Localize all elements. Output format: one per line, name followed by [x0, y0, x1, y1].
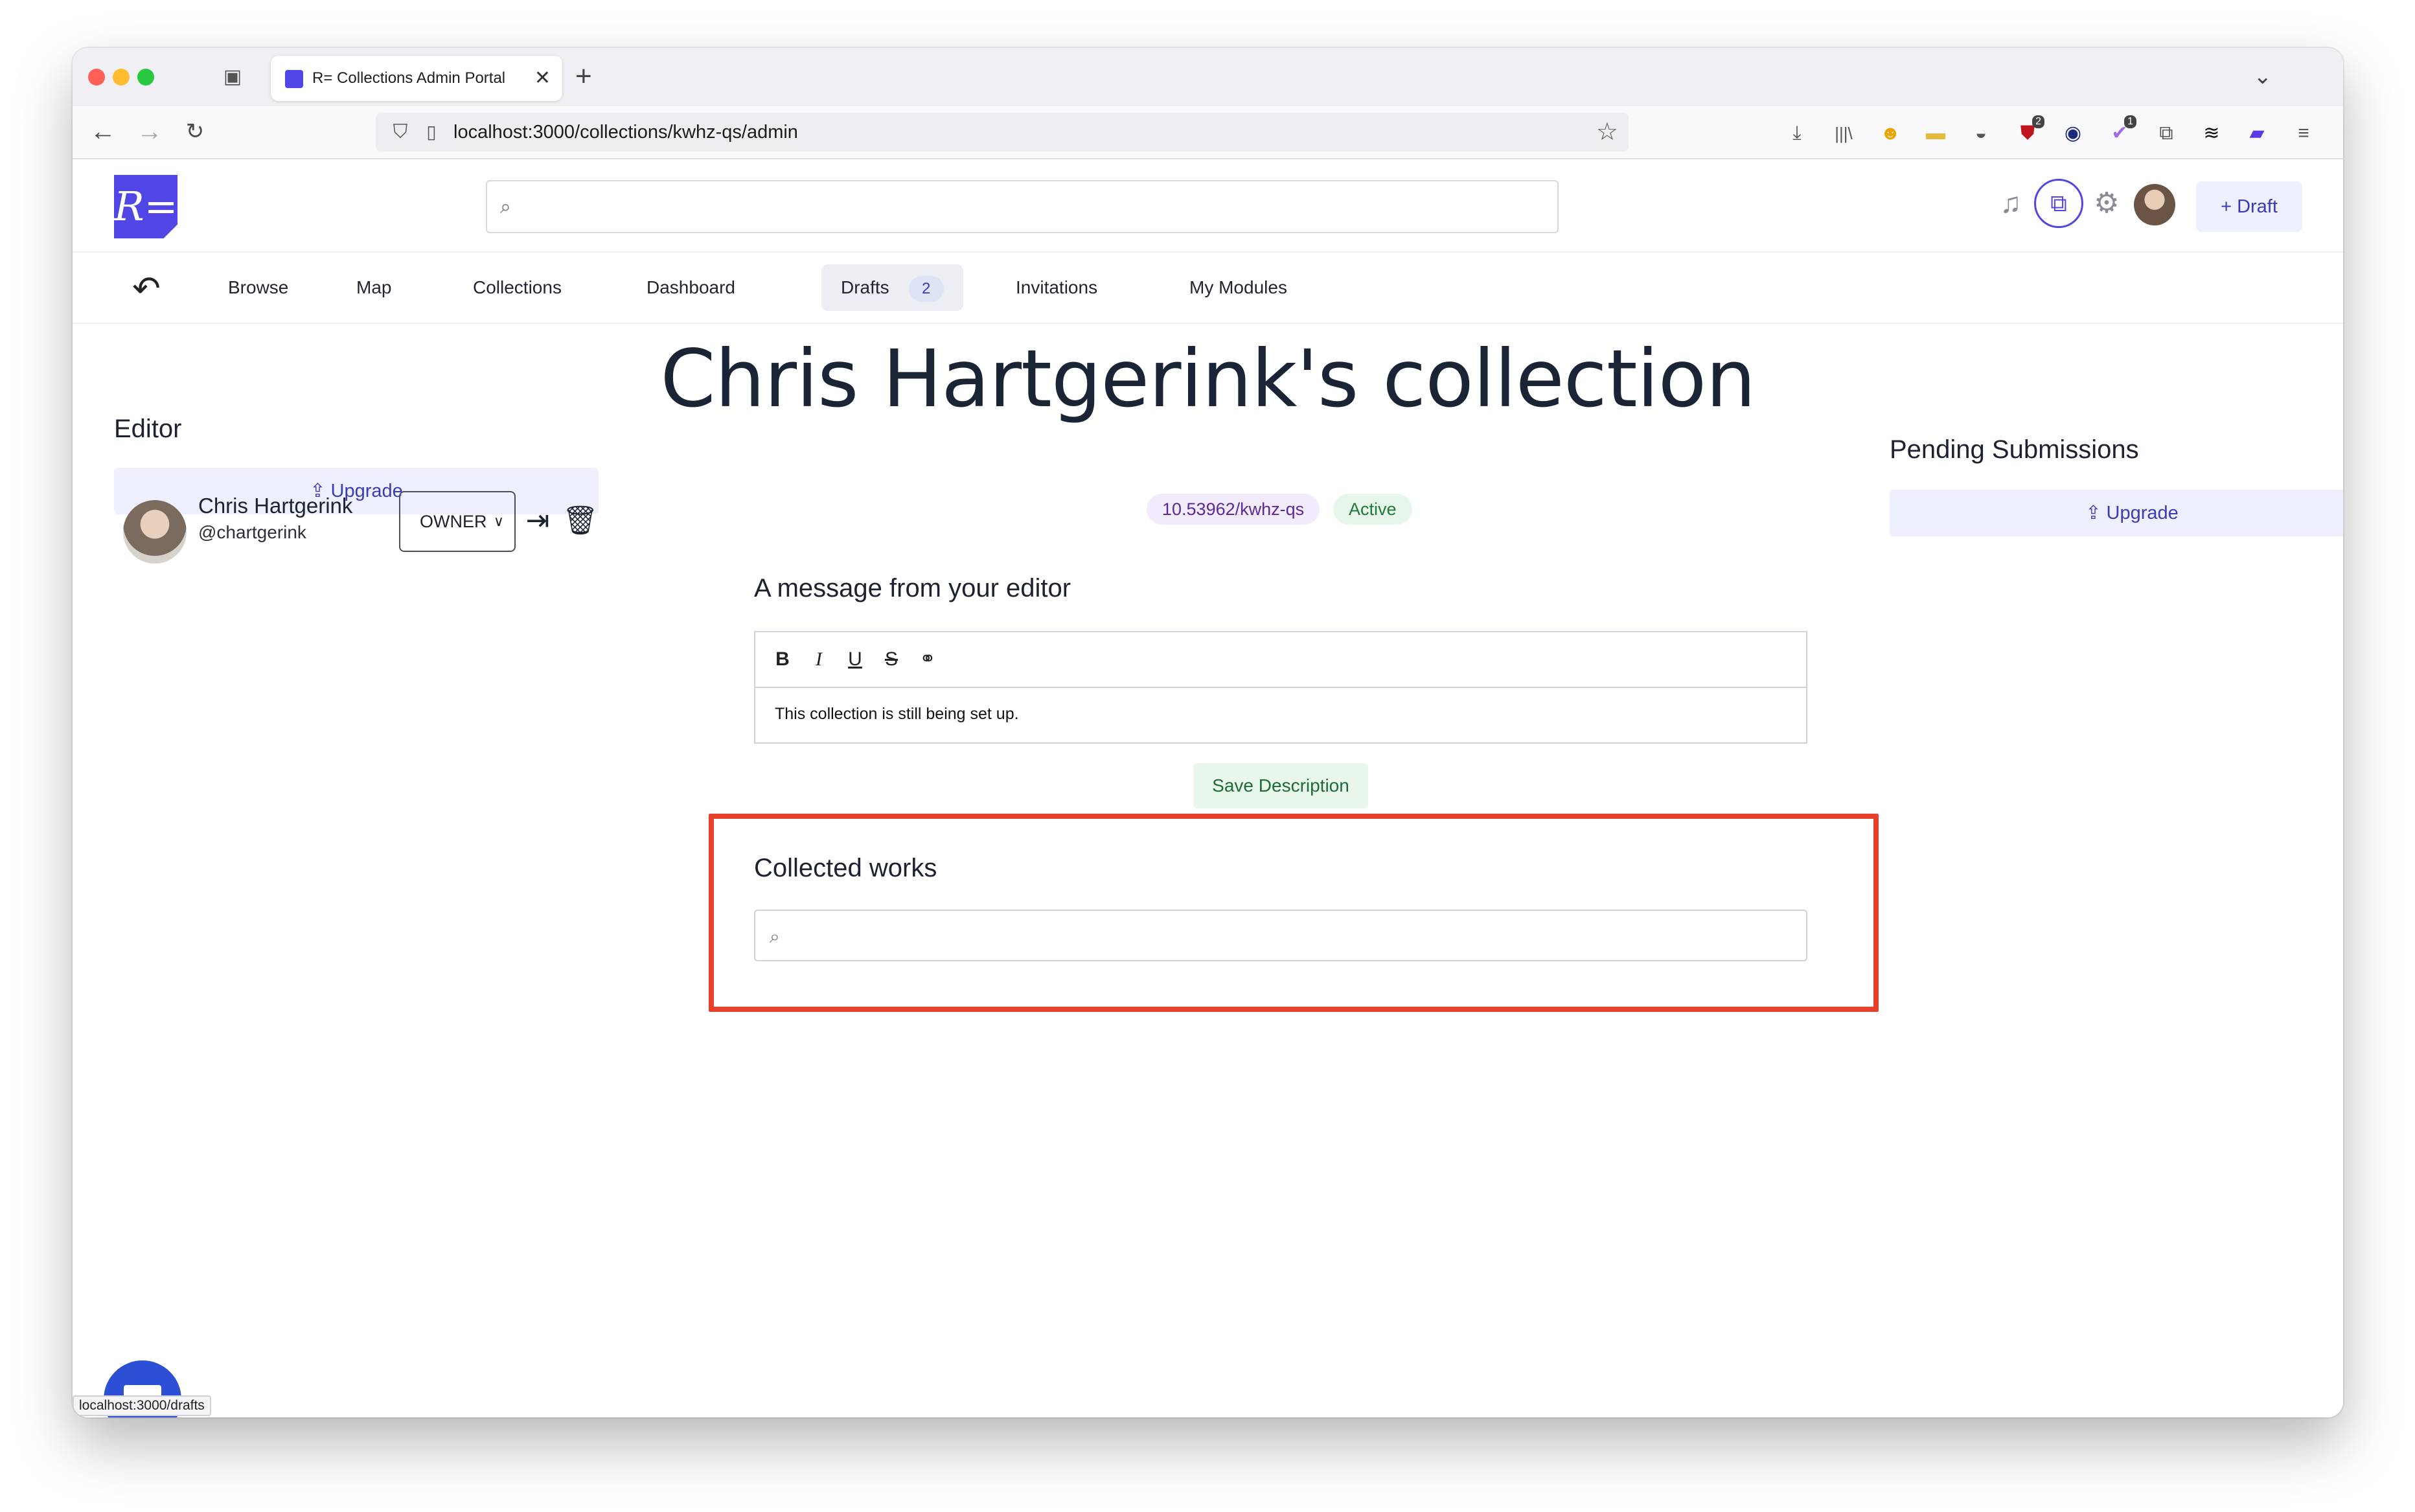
purple-extension-icon[interactable]: ▰ — [2244, 120, 2270, 146]
editor-toolbar: B I U S ⚭ — [755, 632, 1806, 688]
url-text[interactable]: localhost:3000/collections/kwhz-qs/admin — [453, 113, 798, 152]
tab-list-chevron-icon[interactable]: ⌄ — [2254, 57, 2272, 96]
gear-icon[interactable]: ⚙ — [2086, 183, 2127, 224]
extension-badge: 2 — [2032, 115, 2044, 128]
italic-icon[interactable]: I — [806, 647, 832, 672]
save-description-button[interactable]: Save Description — [1193, 763, 1368, 808]
nav-my-modules[interactable]: My Modules — [1170, 264, 1307, 311]
site-logo[interactable]: R= — [114, 175, 177, 238]
undo-icon[interactable]: ↶ — [127, 269, 166, 308]
trash-icon[interactable]: 🗑 — [562, 503, 599, 539]
role-value: OWNER — [420, 512, 487, 531]
status-badge: Active — [1333, 494, 1412, 525]
tab-title: R= Collections Admin Portal — [312, 69, 506, 87]
menu-icon[interactable]: ≡ — [2291, 120, 2317, 146]
folder-extension-icon[interactable]: ▬ — [1923, 120, 1949, 146]
user-avatar[interactable] — [2134, 184, 2175, 225]
tab-close-icon[interactable]: ✕ — [534, 56, 551, 101]
download-icon[interactable]: ⤓ — [1784, 120, 1810, 146]
pending-upgrade-button[interactable]: ⇪ Upgrade — [1890, 490, 2343, 536]
browser-tab[interactable]: R= Collections Admin Portal ✕ — [271, 56, 562, 101]
search-icon: ⌕ — [500, 196, 511, 218]
editor-handle: @chartgerink — [198, 522, 306, 542]
layers-extension-icon[interactable]: ≋ — [2199, 120, 2225, 146]
nav-browse[interactable]: Browse — [209, 264, 308, 311]
nav-map[interactable]: Map — [337, 264, 411, 311]
pending-submissions-heading: Pending Submissions — [1890, 435, 2139, 464]
browser-toolbar: ← → ↻ ⛉ ▯ localhost:3000/collections/kwh… — [73, 106, 2343, 159]
reload-icon[interactable]: ↻ — [179, 115, 211, 148]
zoom-window-button[interactable] — [137, 69, 154, 86]
collected-works-heading: Collected works — [754, 854, 937, 882]
main-nav: ↶ Browse Map Collections Dashboard Draft… — [73, 254, 2343, 324]
collections-icon[interactable]: ⧉ — [2034, 179, 2083, 228]
collection-title: Chris Hartgerink's collection — [660, 333, 1756, 425]
bold-icon[interactable]: B — [770, 647, 795, 672]
shield-extension-icon[interactable]: ⛊ 2 — [2015, 115, 2044, 146]
leave-icon[interactable]: ⇥ — [521, 503, 555, 539]
forward-icon[interactable]: → — [133, 115, 166, 148]
message-editor[interactable]: B I U S ⚭ This collection is still being… — [754, 631, 1807, 744]
bell-icon[interactable]: ♫ — [1990, 183, 2032, 224]
nav-collections[interactable]: Collections — [453, 264, 581, 311]
nav-drafts-label: Drafts — [841, 277, 889, 297]
new-tab-button[interactable]: + — [575, 57, 592, 96]
extension-badge: 1 — [2124, 115, 2136, 128]
tab-bar: ▣ R= Collections Admin Portal ✕ + ⌄ — [73, 48, 2343, 106]
url-bar[interactable]: ⛉ ▯ localhost:3000/collections/kwhz-qs/a… — [376, 113, 1629, 152]
link-status-bar: localhost:3000/drafts — [73, 1395, 211, 1416]
message-heading: A message from your editor — [754, 574, 1071, 602]
shield-icon[interactable]: ⛉ — [387, 119, 413, 145]
collected-works-search-input[interactable]: ⌕ — [754, 910, 1807, 961]
nav-drafts[interactable]: Drafts 2 — [821, 264, 963, 311]
web-page: R= ⌕ ♫ ⧉ ⚙ + Draft ↶ Browse Map Collecti… — [73, 159, 2343, 1417]
link-icon[interactable]: ⚭ — [915, 647, 941, 672]
check-extension-icon[interactable]: ✔ 1 — [2107, 115, 2136, 146]
drafts-count-badge: 2 — [908, 275, 944, 302]
nav-dashboard[interactable]: Dashboard — [627, 264, 755, 311]
globe-extension-icon[interactable]: ◉ — [2060, 120, 2086, 146]
role-select[interactable]: OWNER ∨ — [399, 491, 516, 552]
doi-badge: 10.53962/kwhz-qs — [1147, 494, 1320, 525]
minimize-window-button[interactable] — [113, 69, 130, 86]
site-header: R= ⌕ ♫ ⧉ ⚙ + Draft — [73, 159, 2343, 253]
extensions-puzzle-icon[interactable]: ⧉ — [2153, 120, 2179, 146]
nav-invitations[interactable]: Invitations — [996, 264, 1117, 311]
page-info-icon[interactable]: ▯ — [418, 119, 444, 145]
ufo-extension-icon[interactable]: ◒ — [1968, 120, 1994, 146]
close-window-button[interactable] — [88, 69, 105, 86]
editor-name: Chris Hartgerink — [198, 494, 353, 518]
browser-window: ▣ R= Collections Admin Portal ✕ + ⌄ ← → … — [73, 48, 2343, 1417]
underline-icon[interactable]: U — [842, 647, 868, 672]
site-search-input[interactable]: ⌕ — [486, 180, 1559, 233]
editor-avatar — [123, 500, 187, 564]
strikethrough-icon[interactable]: S — [878, 647, 904, 672]
library-icon[interactable]: |||\ — [1831, 120, 1857, 146]
tab-overview-icon[interactable]: ▣ — [222, 66, 244, 88]
favicon-icon — [285, 70, 303, 88]
chevron-down-icon: ∨ — [493, 513, 504, 529]
message-text[interactable]: This collection is still being set up. — [775, 705, 1019, 724]
bookmark-star-icon[interactable]: ☆ — [1596, 117, 1618, 148]
search-icon: ⌕ — [770, 926, 780, 946]
back-icon[interactable]: ← — [87, 115, 119, 148]
screen: ▣ R= Collections Admin Portal ✕ + ⌄ ← → … — [0, 0, 2415, 1512]
new-draft-button[interactable]: + Draft — [2196, 181, 2302, 232]
emoji-extension-icon[interactable]: ☻ — [1877, 120, 1903, 146]
